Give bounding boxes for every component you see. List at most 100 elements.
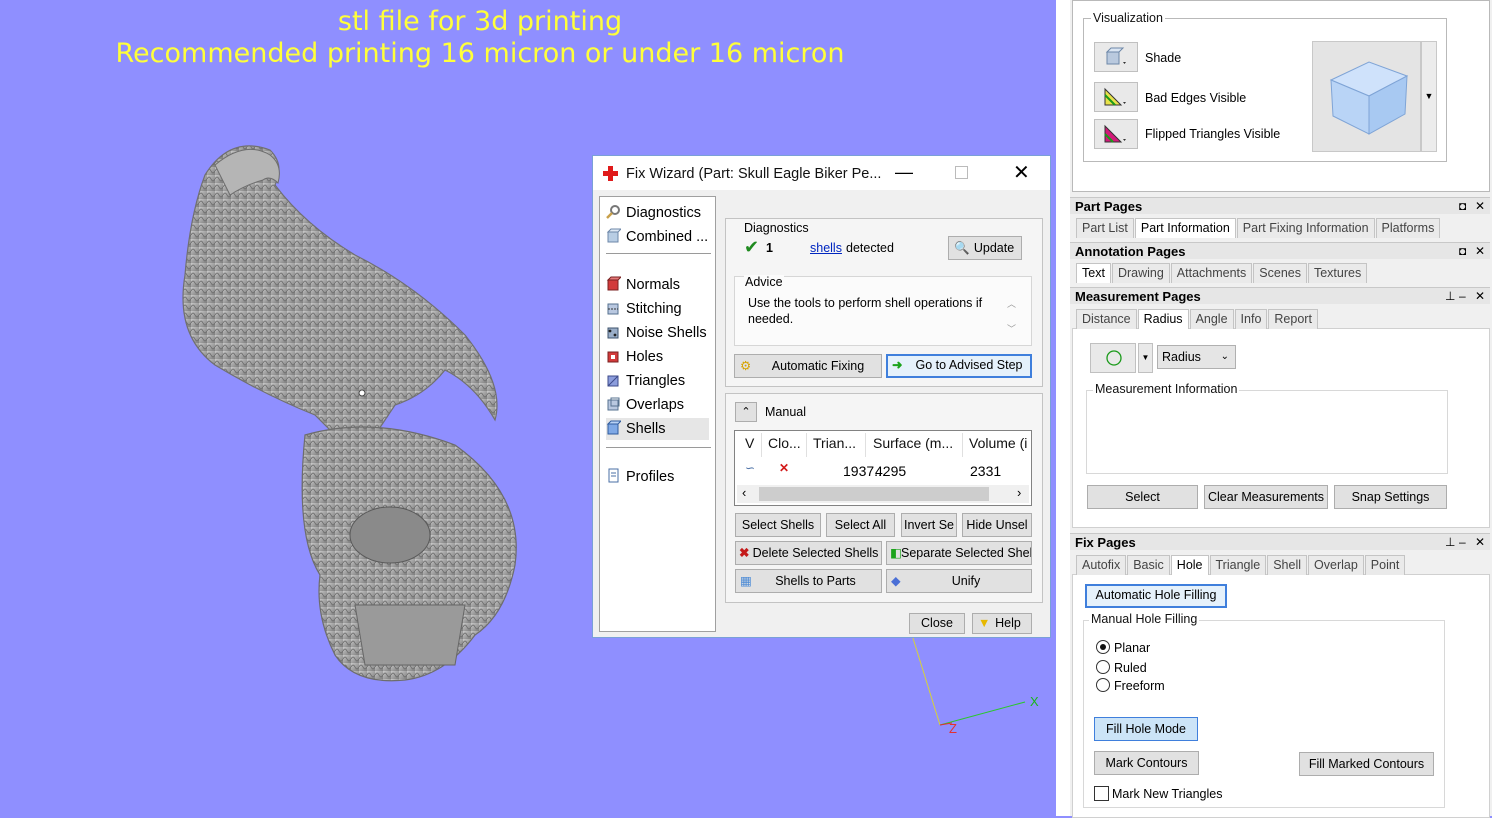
column-header[interactable]: Volume (i [969, 435, 1027, 451]
view-cube-preview[interactable] [1312, 41, 1421, 152]
hide-unselected-button[interactable]: Hide Unsel [962, 513, 1032, 537]
sidebar-item-overlaps[interactable]: Overlaps [606, 394, 684, 416]
tab-report[interactable]: Report [1268, 309, 1318, 329]
column-header[interactable]: V [745, 435, 754, 451]
view-dropdown-arrow-icon[interactable]: ▼ [1421, 41, 1437, 152]
sidebar-item-stitching[interactable]: Stitching [606, 298, 682, 320]
tab-part-list[interactable]: Part List [1076, 218, 1134, 238]
scroll-up-icon[interactable]: ︿ [1007, 297, 1016, 310]
bad-edges-button[interactable] [1094, 82, 1138, 112]
sidebar-item-normals[interactable]: Normals [606, 274, 680, 296]
mark-new-triangles-checkbox[interactable] [1094, 786, 1109, 801]
close-icon[interactable]: ✕ [1013, 160, 1030, 185]
clear-measurements-button[interactable]: Clear Measurements [1204, 485, 1328, 509]
part-pages-titlebar[interactable]: Part Pages ◘ ✕ [1070, 197, 1490, 214]
help-button[interactable]: ▼ Help [972, 613, 1032, 634]
planar-radio[interactable] [1096, 640, 1110, 654]
collapse-chevron-icon[interactable]: ⌃ [735, 402, 757, 422]
delete-selected-shells-button[interactable]: ✖ Delete Selected Shells [735, 541, 882, 565]
sidebar-item-profiles[interactable]: Profiles [606, 466, 674, 488]
column-header[interactable]: Surface (m... [873, 435, 953, 451]
scroll-down-icon[interactable]: ﹀ [1007, 322, 1016, 335]
scroll-right-icon[interactable]: › [1017, 485, 1021, 500]
tab-platforms[interactable]: Platforms [1375, 218, 1441, 238]
measurement-pages-titlebar[interactable]: Measurement Pages ⊥ – ✕ [1070, 287, 1490, 304]
shells-link[interactable]: shells [810, 241, 842, 255]
select-all-button[interactable]: Select All [826, 513, 895, 537]
mark-contours-button[interactable]: Mark Contours [1094, 751, 1199, 775]
axis-x-label: X [1030, 694, 1039, 709]
column-divider [806, 433, 807, 457]
minimize-icon[interactable]: – [1459, 288, 1466, 305]
tab-part-fixing-information[interactable]: Part Fixing Information [1236, 218, 1375, 238]
radius-select[interactable]: Radius ⌄ [1157, 345, 1236, 369]
sidebar-item-noise-shells[interactable]: Noise Shells [606, 322, 707, 344]
sidebar-item-shells[interactable]: Shells [606, 418, 709, 440]
tab-shell[interactable]: Shell [1267, 555, 1308, 575]
tab-hole[interactable]: Hole [1170, 555, 1209, 575]
maximize-icon[interactable] [955, 166, 968, 179]
flipped-triangles-button[interactable] [1094, 119, 1138, 149]
automatic-hole-filling-button[interactable]: Automatic Hole Filling [1085, 584, 1227, 608]
sidebar-item-combined[interactable]: Combined ... [606, 226, 708, 248]
tab-overlap[interactable]: Overlap [1308, 555, 1364, 575]
invert-selection-button[interactable]: Invert Se [901, 513, 957, 537]
tab-basic[interactable]: Basic [1127, 555, 1170, 575]
unify-button[interactable]: ◆ Unify [886, 569, 1032, 593]
horizontal-scrollbar[interactable]: ‹ › [737, 485, 1029, 503]
select-button[interactable]: Select [1087, 485, 1198, 509]
ruled-radio[interactable] [1096, 660, 1110, 674]
fill-hole-mode-button[interactable]: Fill Hole Mode [1094, 717, 1198, 741]
close-icon[interactable]: ✕ [1475, 534, 1485, 551]
tab-point[interactable]: Point [1364, 555, 1406, 575]
freeform-radio[interactable] [1096, 678, 1110, 692]
sidebar-item-triangles[interactable]: Triangles [606, 370, 685, 392]
restore-icon[interactable]: ◘ [1459, 243, 1466, 260]
minimize-icon[interactable]: – [1459, 534, 1466, 551]
close-button[interactable]: Close [909, 613, 965, 634]
tab-info[interactable]: Info [1234, 309, 1268, 329]
dialog-titlebar[interactable]: Fix Wizard (Part: Skull Eagle Biker Pe..… [593, 156, 1050, 190]
tab-triangle[interactable]: Triangle [1209, 555, 1267, 575]
select-shells-label: Select Shells [741, 518, 815, 532]
sidebar-item-diagnostics[interactable]: Diagnostics [606, 202, 701, 224]
visibility-icon[interactable]: ∽ [745, 461, 755, 475]
tab-attachments[interactable]: Attachments [1170, 263, 1253, 283]
sidebar-item-holes[interactable]: Holes [606, 346, 663, 368]
circle-tool-button[interactable] [1090, 343, 1136, 373]
restore-icon[interactable]: ◘ [1459, 198, 1466, 215]
shells-to-parts-button[interactable]: ▦ Shells to Parts [735, 569, 882, 593]
minimize-icon[interactable]: — [895, 162, 913, 183]
close-icon[interactable]: ✕ [1475, 243, 1485, 260]
fill-marked-contours-button[interactable]: Fill Marked Contours [1299, 752, 1434, 776]
snap-settings-button[interactable]: Snap Settings [1334, 485, 1447, 509]
close-icon[interactable]: ✕ [1475, 288, 1485, 305]
column-header[interactable]: Clo... [768, 435, 801, 451]
tab-radius[interactable]: Radius [1137, 309, 1189, 329]
tab-text[interactable]: Text [1076, 263, 1111, 283]
column-header[interactable]: Trian... [813, 435, 856, 451]
fix-pages-titlebar[interactable]: Fix Pages ⊥ – ✕ [1070, 533, 1490, 550]
sidebar-item-label: Noise Shells [626, 325, 707, 341]
tab-distance[interactable]: Distance [1076, 309, 1137, 329]
automatic-fixing-button[interactable]: ⚙ Automatic Fixing [734, 354, 882, 378]
annotation-pages-titlebar[interactable]: Annotation Pages ◘ ✕ [1070, 242, 1490, 259]
tab-scenes[interactable]: Scenes [1253, 263, 1307, 283]
tab-drawing[interactable]: Drawing [1111, 263, 1170, 283]
tab-part-information[interactable]: Part Information [1134, 218, 1236, 238]
pin-icon[interactable]: ⊥ [1445, 288, 1455, 305]
separate-selected-shell-button[interactable]: ◧ Separate Selected Shell [886, 541, 1032, 565]
tab-angle[interactable]: Angle [1189, 309, 1234, 329]
shade-button[interactable] [1094, 42, 1138, 72]
scroll-left-icon[interactable]: ‹ [742, 485, 746, 500]
select-shells-button[interactable]: Select Shells [735, 513, 821, 537]
circle-tool-dropdown-icon[interactable]: ▼ [1138, 343, 1153, 373]
scroll-thumb[interactable] [759, 487, 989, 501]
view-cube-icon [1329, 61, 1409, 135]
tab-textures[interactable]: Textures [1307, 263, 1368, 283]
update-button[interactable]: 🔍 Update [948, 236, 1022, 260]
tab-autofix[interactable]: Autofix [1076, 555, 1127, 575]
close-icon[interactable]: ✕ [1475, 198, 1485, 215]
pin-icon[interactable]: ⊥ [1445, 534, 1455, 551]
go-to-advised-step-button[interactable]: ➜ Go to Advised Step [886, 354, 1032, 378]
